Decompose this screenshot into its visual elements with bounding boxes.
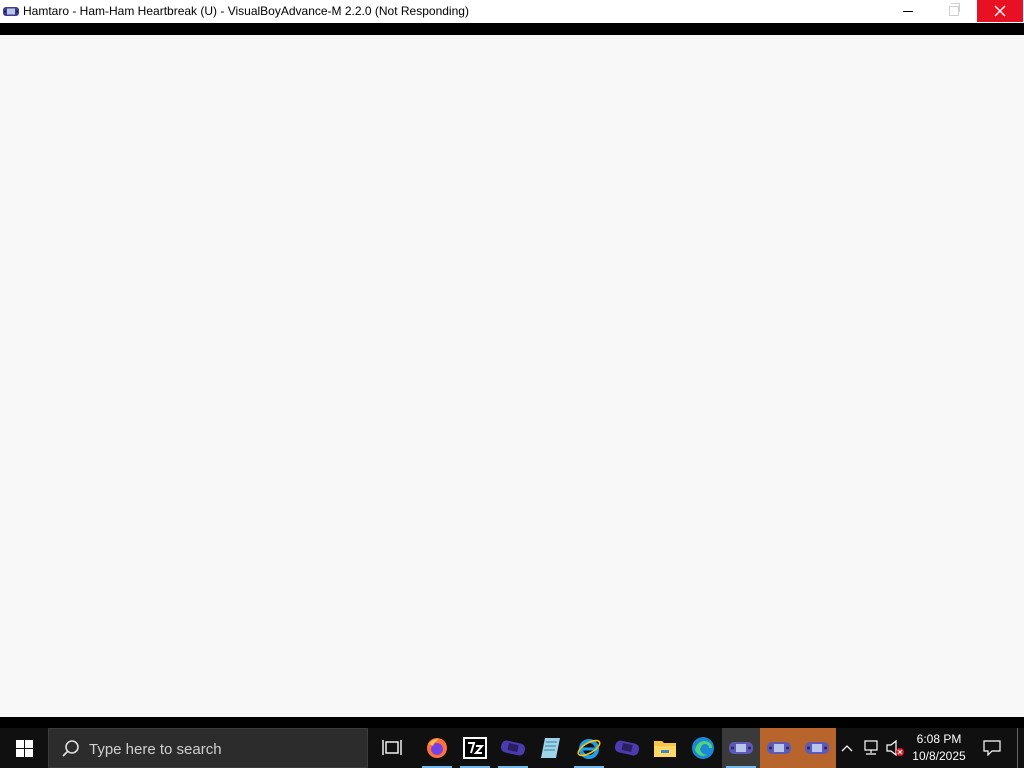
file-explorer-icon <box>654 741 676 757</box>
maximize-button[interactable] <box>931 0 977 22</box>
close-icon <box>994 5 1006 17</box>
taskbar-edge[interactable] <box>684 728 722 768</box>
taskbar-file-explorer[interactable] <box>646 728 684 768</box>
show-hidden-icons-button[interactable] <box>838 728 856 768</box>
chevron-up-icon <box>841 745 853 752</box>
taskbar-internet-explorer[interactable] <box>570 728 608 768</box>
emulator-screen[interactable] <box>0 35 1024 717</box>
clock-date: 10/8/2025 <box>912 749 966 763</box>
show-desktop-button[interactable] <box>1017 728 1018 768</box>
action-center-button[interactable] <box>978 728 1006 768</box>
clock-time: 6:08 PM <box>916 732 962 746</box>
taskbar-visualboyadvance-2[interactable] <box>760 728 798 768</box>
close-button[interactable] <box>977 0 1023 22</box>
window-title: Hamtaro - Ham-Ham Heartbreak (U) - Visua… <box>23 4 469 18</box>
title-bar[interactable]: Hamtaro - Ham-Ham Heartbreak (U) - Visua… <box>0 0 1024 23</box>
volume-button[interactable] <box>884 728 906 768</box>
taskbar-notepad[interactable] <box>532 728 570 768</box>
start-button[interactable] <box>0 728 48 768</box>
notepad-icon <box>541 738 560 758</box>
task-view-button[interactable] <box>373 728 411 768</box>
visualboyadvance-icon <box>805 742 829 754</box>
notification-icon <box>983 740 1001 756</box>
visualboyadvance-icon <box>767 742 791 754</box>
task-view-icon <box>382 740 402 755</box>
network-icon <box>864 740 878 755</box>
taskbar: Type here to search 6:08 PM 10/8/2025 <box>0 728 1024 768</box>
volume-muted-icon <box>886 740 904 756</box>
internet-explorer-icon <box>577 739 601 759</box>
minimize-icon <box>903 10 913 12</box>
taskbar-7zip[interactable] <box>456 728 494 768</box>
search-placeholder: Type here to search <box>89 741 222 758</box>
window-border-top <box>0 23 1024 35</box>
taskbar-firefox[interactable] <box>418 728 456 768</box>
network-button[interactable] <box>860 728 882 768</box>
firefox-icon <box>427 738 447 758</box>
restore-icon <box>949 3 960 16</box>
minimize-button[interactable] <box>885 0 931 22</box>
search-input[interactable]: Type here to search <box>48 728 368 768</box>
clock[interactable]: 6:08 PM 10/8/2025 <box>908 731 970 765</box>
taskbar-visualboyadvance-1[interactable] <box>722 728 760 768</box>
gba-emulator-icon <box>500 740 526 756</box>
search-icon <box>62 740 79 757</box>
edge-icon <box>692 737 714 759</box>
windows-logo-icon <box>15 739 33 757</box>
window-border-bottom <box>0 717 1024 728</box>
taskbar-gba-emulator[interactable] <box>494 728 532 768</box>
taskbar-gba-emulator-2[interactable] <box>608 728 646 768</box>
taskbar-visualboyadvance-3[interactable] <box>798 728 836 768</box>
visualboyadvance-icon <box>729 742 753 754</box>
gba-app-icon <box>3 7 19 16</box>
gba-emulator-icon <box>614 740 640 756</box>
7zip-icon <box>463 737 487 759</box>
